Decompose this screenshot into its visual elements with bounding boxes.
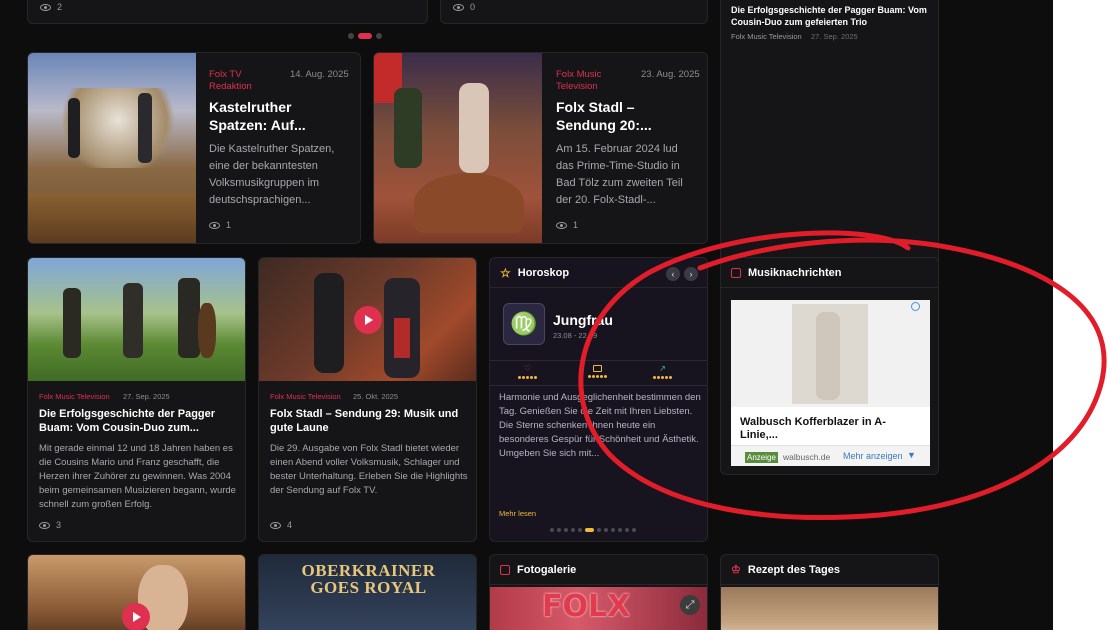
trend-icon: ↗: [659, 364, 666, 373]
eye-icon: [556, 221, 567, 229]
photo-gallery-header: Fotogalerie: [490, 555, 707, 585]
music-news-header: Musiknachrichten: [721, 258, 938, 288]
article-title[interactable]: Folx Stadl – Sendung 29: Musik und gute …: [270, 407, 468, 435]
ad-more-button[interactable]: Mehr anzeigen: [843, 451, 903, 461]
bottom-card-oberkrainer[interactable]: OBERKRAINER GOES ROYAL: [258, 554, 477, 630]
featured-title[interactable]: Folx Stadl – Sendung 20:...: [556, 98, 696, 134]
featured-date: 23. Aug. 2025: [641, 69, 700, 80]
love-rating: ♡: [518, 365, 537, 379]
carousel-dot[interactable]: [376, 33, 382, 39]
next-sign-button[interactable]: ›: [684, 267, 698, 281]
view-count: 1: [556, 220, 578, 230]
briefcase-icon: [593, 365, 602, 372]
chef-hat-icon: ♔: [731, 564, 741, 576]
horoscope-ratings: ♡ ↗: [490, 360, 707, 386]
view-count: 0: [453, 2, 475, 12]
read-more-link[interactable]: Mehr lesen: [499, 508, 536, 520]
eye-icon: [39, 521, 50, 529]
career-rating: [588, 365, 607, 378]
recipe-image[interactable]: [721, 587, 938, 630]
featured-excerpt: Die Kastelruther Spatzen, eine der bekan…: [209, 143, 335, 206]
article-image[interactable]: [28, 258, 245, 381]
ad-domain: walbusch.de: [783, 452, 831, 462]
luck-rating: ↗: [653, 365, 672, 379]
zodiac-sign-name: Jungfrau: [553, 312, 613, 328]
featured-title[interactable]: Kastelruther Spatzen: Auf...: [209, 98, 349, 134]
music-news-widget: Musiknachrichten Walbusch Kofferblazer i…: [720, 257, 939, 475]
view-count: 1: [209, 220, 231, 230]
eye-icon: [40, 3, 51, 11]
eye-icon: [209, 221, 220, 229]
article-image[interactable]: OBERKRAINER GOES ROYAL: [259, 555, 476, 630]
recipe-header: ♔ Rezept des Tages: [721, 555, 938, 585]
featured-card-kastelruther[interactable]: Folx TV Redaktion 14. Aug. 2025 Kastelru…: [27, 52, 361, 244]
heart-icon: ♡: [523, 364, 532, 373]
gallery-icon: [500, 564, 510, 575]
eye-icon: [453, 3, 464, 11]
sidebar-article-date: 27. Sep. 2025: [811, 32, 858, 41]
article-category[interactable]: Folx Music Television: [270, 391, 341, 403]
eye-icon: [270, 521, 281, 529]
article-date: 25. Okt. 2025: [353, 392, 399, 401]
view-count: 3: [39, 520, 61, 530]
article-card-pagger-buam[interactable]: Folx Music Television 27. Sep. 2025 Die …: [27, 257, 246, 542]
bottom-card-video[interactable]: [27, 554, 246, 630]
oberkrainer-title-2: GOES ROYAL: [310, 578, 427, 597]
ad-info-icon[interactable]: [911, 302, 920, 311]
carousel-dot[interactable]: [348, 33, 354, 39]
horoscope-pagination: [550, 528, 636, 532]
featured-category[interactable]: Folx TV Redaktion: [209, 69, 279, 93]
article-excerpt: Die 29. Ausgabe von Folx Stadl bietet wi…: [270, 443, 468, 496]
star-icon: ☆: [500, 265, 511, 280]
ad-title[interactable]: Walbusch Kofferblazer in A-Linie,...: [740, 416, 920, 442]
featured-excerpt: Am 15. Februar 2024 lud das Prime-Time-S…: [556, 143, 683, 206]
previous-card-right[interactable]: 0: [440, 0, 708, 24]
view-count: 2: [40, 2, 62, 12]
sidebar-article-title[interactable]: Die Erfolgsgeschichte der Pagger Buam: V…: [731, 4, 931, 28]
article-category[interactable]: Folx Music Television: [39, 391, 110, 403]
page: 2 0 Die Erfolgsgeschichte der Pagger Bua…: [0, 0, 1053, 630]
zodiac-sign-icon: ♍: [503, 303, 545, 345]
horoscope-text: Harmonie und Ausgeglichenheit bestimmen …: [499, 392, 701, 459]
prev-sign-button[interactable]: ‹: [666, 267, 680, 281]
play-button[interactable]: [354, 306, 382, 334]
advertisement[interactable]: Walbusch Kofferblazer in A-Linie,... Anz…: [731, 300, 930, 466]
chevron-down-icon: ▼: [907, 450, 916, 460]
view-count: 4: [270, 520, 292, 530]
recipe-widget: ♔ Rezept des Tages: [720, 554, 939, 630]
previous-card-left[interactable]: 2: [27, 0, 428, 24]
sidebar-article-category: Folx Music Television: [731, 32, 802, 41]
article-date: 27. Sep. 2025: [123, 392, 170, 401]
ad-image[interactable]: [731, 300, 930, 407]
article-title[interactable]: Die Erfolgsgeschichte der Pagger Buam: V…: [39, 407, 237, 435]
horoscope-widget: ☆ Horoskop ‹ › ♍ Jungfrau 23.08 - 22.09 …: [489, 257, 708, 542]
photo-gallery-widget: Fotogalerie FOLX ⤢: [489, 554, 708, 630]
gallery-sign-text: FOLX: [542, 589, 631, 624]
featured-image[interactable]: [374, 53, 542, 243]
zodiac-sign-dates: 23.08 - 22.09: [553, 331, 598, 340]
carousel-dot-active[interactable]: [358, 33, 372, 39]
featured-date: 14. Aug. 2025: [290, 69, 349, 80]
ad-badge: Anzeige: [745, 452, 778, 463]
play-button[interactable]: [122, 603, 150, 630]
featured-category[interactable]: Folx Music Television: [556, 69, 626, 93]
expand-icon[interactable]: ⤢: [680, 595, 700, 615]
featured-card-folx-stadl-20[interactable]: Folx Music Television 23. Aug. 2025 Folx…: [373, 52, 708, 244]
article-card-folx-stadl-29[interactable]: Folx Music Television 25. Okt. 2025 Folx…: [258, 257, 477, 542]
article-excerpt: Mit gerade einmal 12 und 18 Jahren haben…: [39, 443, 236, 510]
featured-image[interactable]: [28, 53, 196, 243]
gallery-image[interactable]: FOLX ⤢: [490, 587, 707, 630]
carousel-dots: [348, 33, 382, 39]
music-news-icon: [731, 267, 741, 278]
